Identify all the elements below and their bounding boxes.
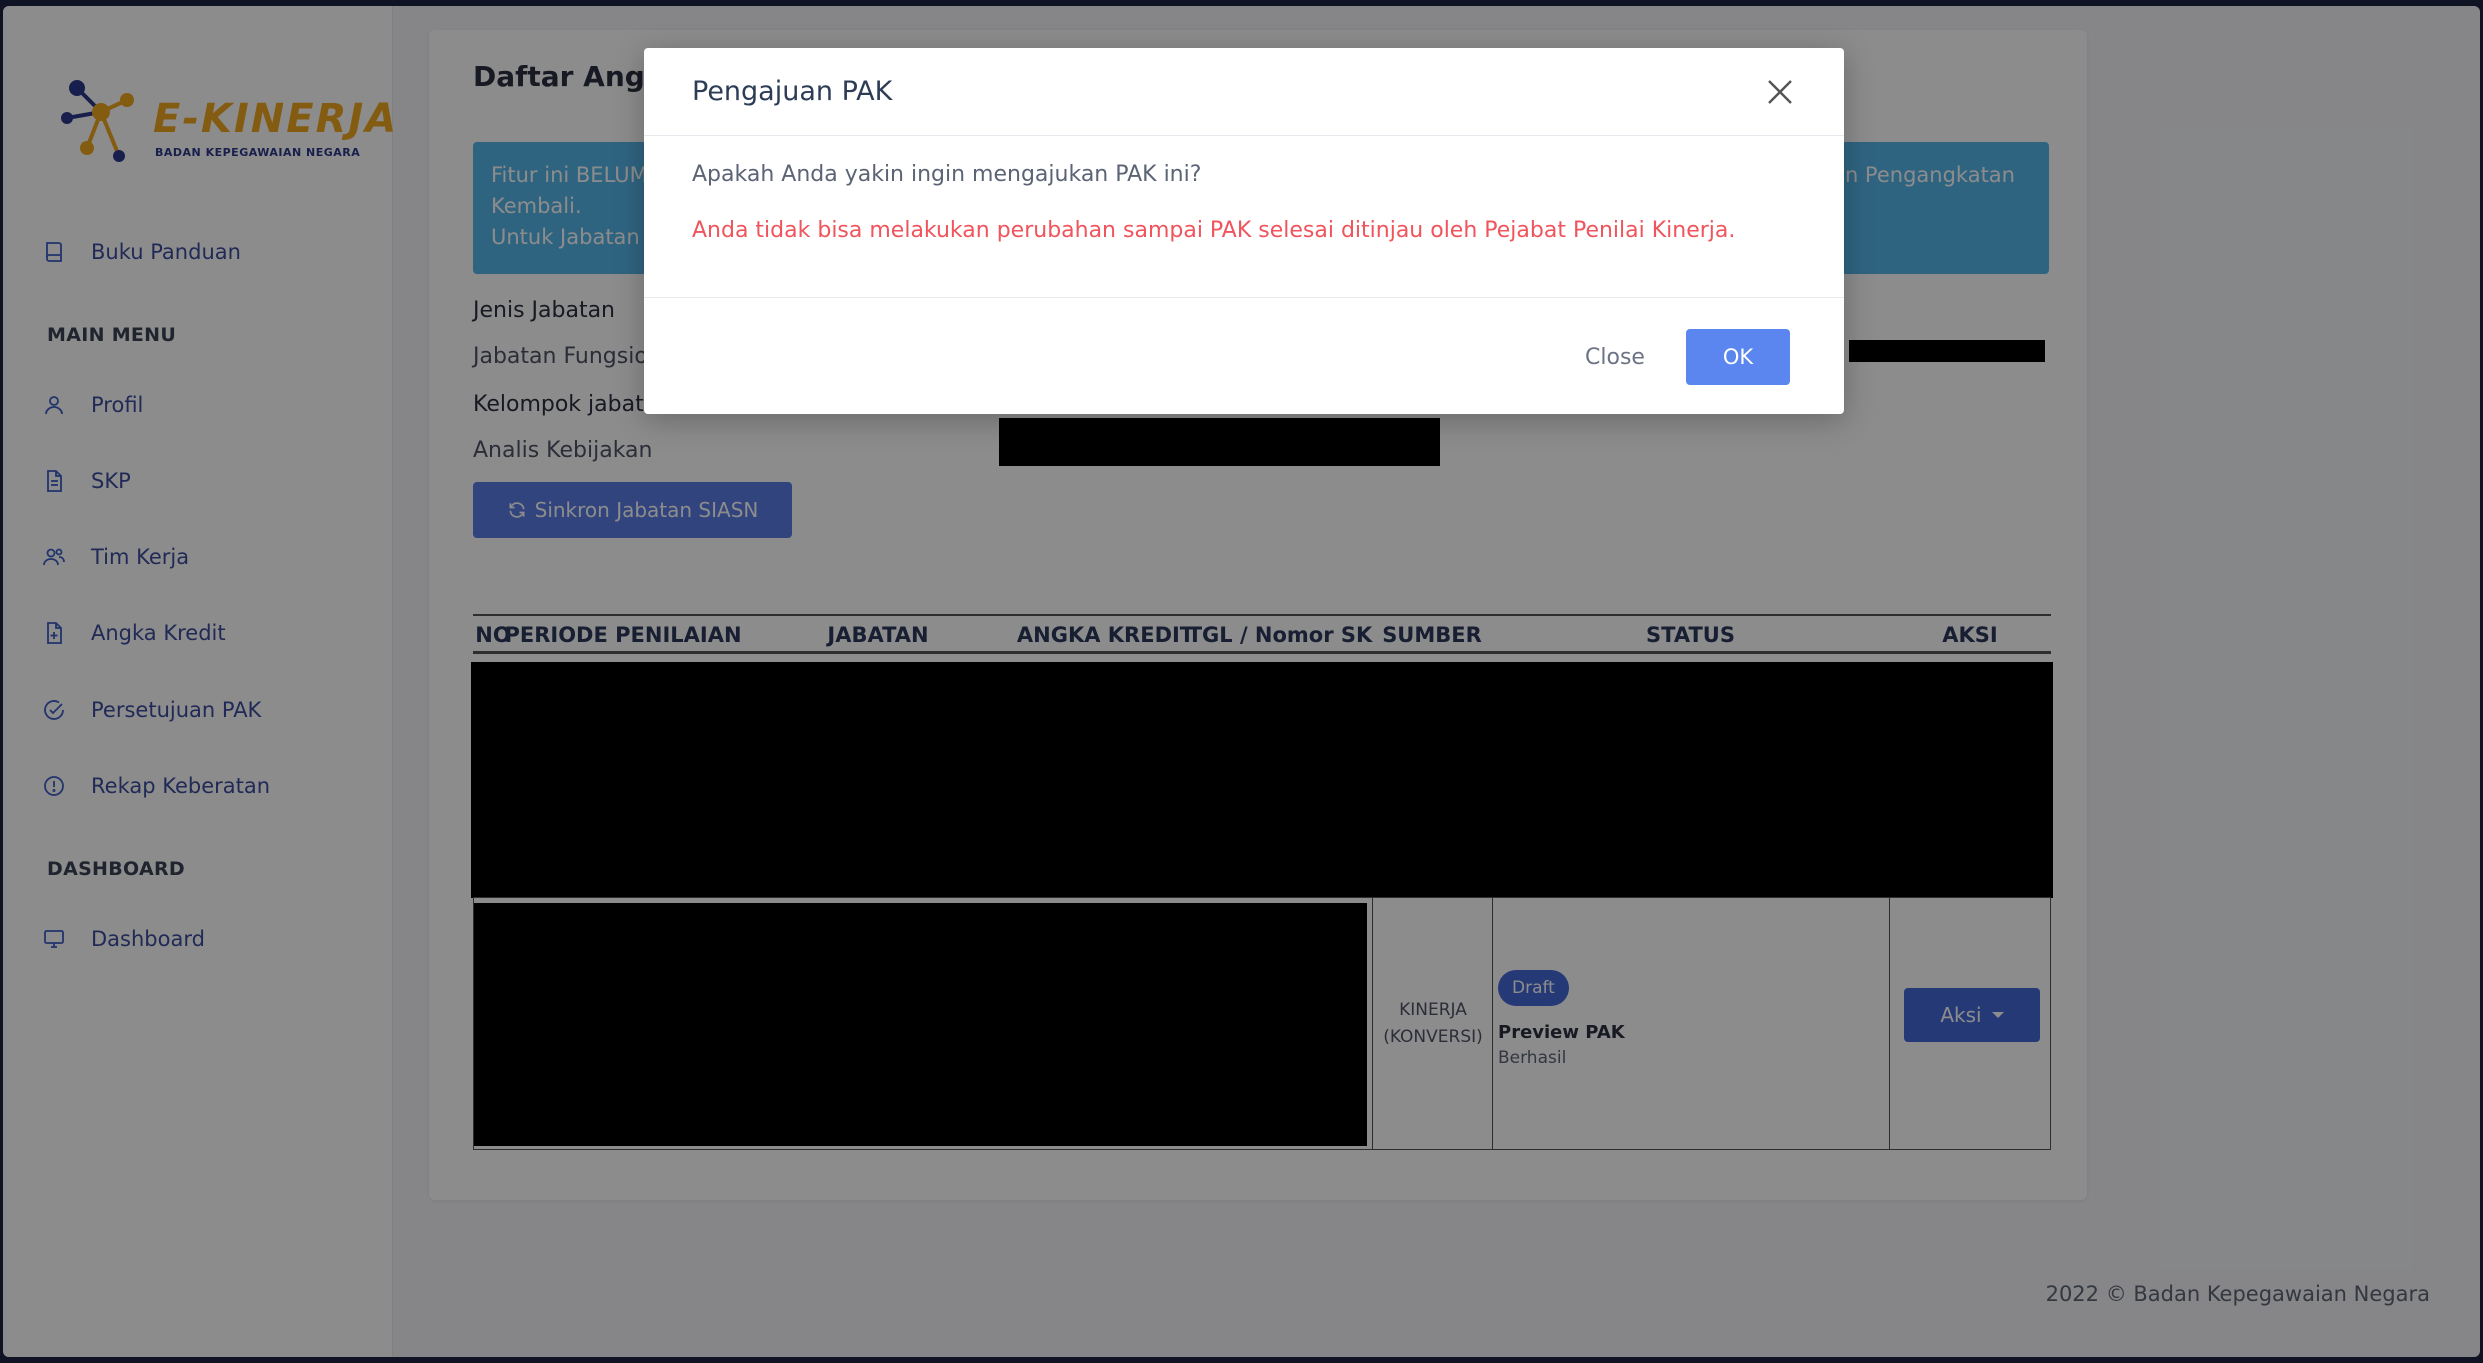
close-icon[interactable] bbox=[1764, 76, 1796, 108]
modal-footer-divider bbox=[644, 297, 1844, 298]
ok-button[interactable]: OK bbox=[1686, 329, 1790, 385]
modal-header: Pengajuan PAK bbox=[644, 48, 1844, 136]
pengajuan-pak-modal: Pengajuan PAK Apakah Anda yakin ingin me… bbox=[644, 48, 1844, 414]
modal-title: Pengajuan PAK bbox=[692, 76, 893, 107]
close-button[interactable]: Close bbox=[1570, 330, 1660, 384]
modal-warning: Anda tidak bisa melakukan perubahan samp… bbox=[692, 218, 1736, 243]
modal-question: Apakah Anda yakin ingin mengajukan PAK i… bbox=[692, 162, 1202, 187]
